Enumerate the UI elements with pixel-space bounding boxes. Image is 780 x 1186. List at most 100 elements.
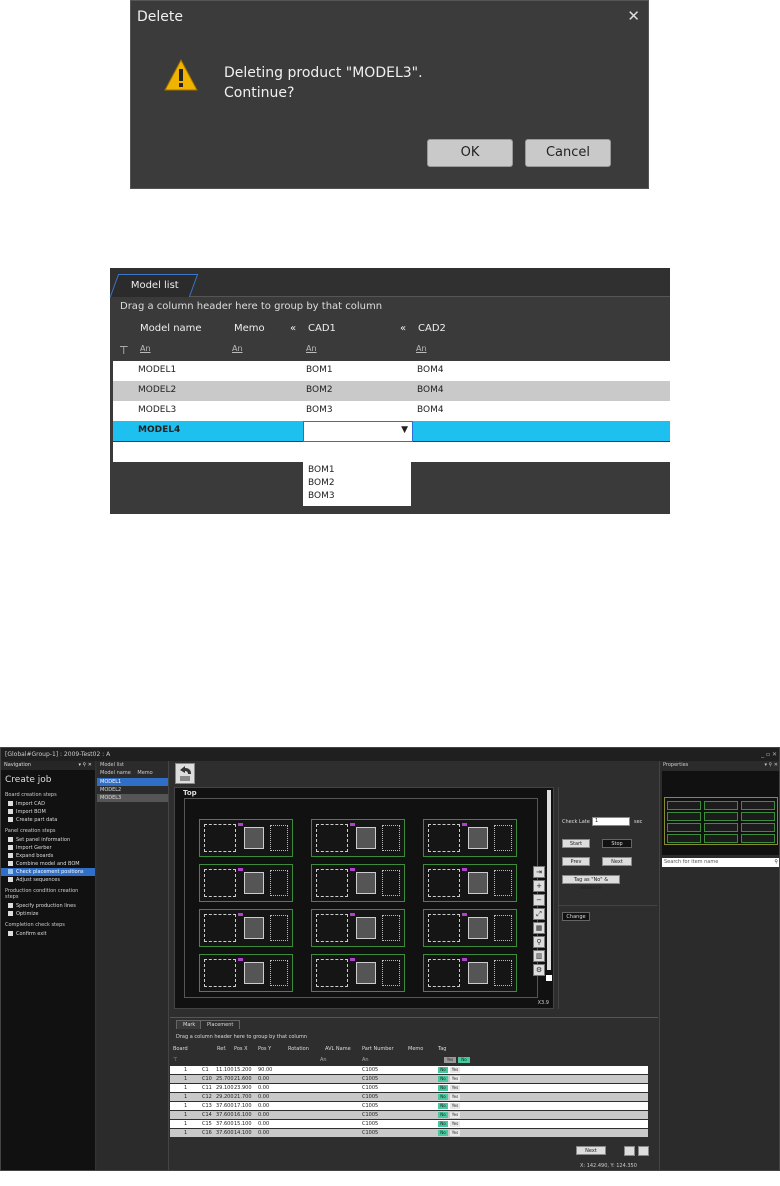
tag-yes-toggle[interactable]: Yes [450, 1130, 460, 1136]
table-row-new[interactable] [113, 442, 670, 462]
column-header-memo[interactable]: Memo [408, 1046, 423, 1052]
nav-item-import-gerber[interactable]: Import Gerber [1, 844, 95, 852]
tag-yes-toggle[interactable]: Yes [450, 1103, 460, 1109]
undo-toolbar-button[interactable] [175, 763, 195, 784]
column-header-tag[interactable]: Tag [438, 1046, 446, 1052]
magnify-icon[interactable]: ⚲ [533, 936, 545, 948]
panel-controls[interactable]: ▾ ⚲ ✕ [764, 761, 778, 770]
nav-item-create-part-data[interactable]: Create part data [1, 816, 95, 824]
tag-yes-toggle[interactable]: Yes [450, 1121, 460, 1127]
board-view[interactable]: Top X3.9 [174, 787, 554, 1009]
nav-item-adjust-sequences[interactable]: Adjust sequences [1, 876, 95, 884]
settings-icon[interactable]: ⚙ [533, 964, 545, 976]
start-button[interactable]: Start [562, 839, 590, 848]
filter-cad1[interactable]: An [306, 344, 317, 353]
table-row[interactable]: 1 C14 37.600 16.100 0.00 C1005 No Yes [170, 1111, 648, 1119]
tag-yes-toggle[interactable]: Yes [450, 1085, 460, 1091]
pcb-board[interactable] [199, 819, 293, 857]
next-button[interactable]: Next [576, 1146, 606, 1155]
filter-model-name[interactable]: An [140, 344, 151, 353]
dropdown-option[interactable]: BOM3 [308, 490, 406, 503]
filter-cad2[interactable]: An [416, 344, 427, 353]
zoom-slider[interactable] [546, 790, 552, 1004]
filter-memo[interactable]: An [232, 344, 243, 353]
column-header-pos-y[interactable]: Pos Y [258, 1046, 271, 1052]
search-input[interactable]: Search for item name ⚲ [662, 858, 779, 867]
change-button[interactable]: Change [562, 912, 590, 921]
close-icon[interactable]: ✕ [627, 7, 640, 25]
panel-icon[interactable]: ▥ [533, 950, 545, 962]
tag-no-toggle[interactable]: No [438, 1076, 448, 1082]
expand-icon[interactable]: ⤢ [533, 908, 545, 920]
table-row[interactable]: 1 C11 29.100 23.900 0.00 C1005 No Yes [170, 1084, 648, 1092]
tag-no-toggle[interactable]: No [438, 1103, 448, 1109]
column-header-pos-x[interactable]: Pos X [234, 1046, 248, 1052]
table-row[interactable]: MODEL2 BOM2 BOM4 [113, 381, 670, 401]
table-row[interactable]: MODEL3 BOM3 BOM4 [113, 401, 670, 421]
filter-icon[interactable]: ⊤ [173, 1057, 177, 1063]
zoom-in-icon[interactable]: + [533, 880, 545, 892]
nav-item-combine-model-bom[interactable]: Combine model and BOM [1, 860, 95, 868]
save-icon[interactable] [638, 1146, 649, 1156]
pcb-board[interactable] [311, 819, 405, 857]
window-controls[interactable]: _ ▫ ✕ [761, 748, 777, 761]
column-header-cad2[interactable]: CAD2 [418, 323, 446, 334]
pcb-board[interactable] [311, 864, 405, 902]
nav-item-expand-boards[interactable]: Expand boards [1, 852, 95, 860]
tag-no-toggle[interactable]: No [438, 1067, 448, 1073]
panel-controls[interactable]: ▾ ⚲ ✕ [78, 761, 92, 770]
table-row[interactable]: 1 C16 37.600 14.100 0.00 C1005 No Yes [170, 1129, 648, 1137]
filter-avl-name[interactable]: An [320, 1057, 327, 1063]
tag-no-toggle[interactable]: No [438, 1112, 448, 1118]
save-icon[interactable] [624, 1146, 635, 1156]
tag-yes-toggle[interactable]: Yes [450, 1112, 460, 1118]
cancel-button[interactable]: Cancel [525, 139, 611, 167]
pcb-board[interactable] [423, 909, 517, 947]
pcb-board[interactable] [199, 864, 293, 902]
pcb-board[interactable] [311, 909, 405, 947]
check-late-input[interactable]: 1 [592, 817, 630, 826]
dropdown-option[interactable]: BOM2 [308, 477, 406, 490]
next-button[interactable]: Next [602, 857, 632, 866]
column-header-part-number[interactable]: Part Number [362, 1046, 394, 1052]
pcb-board[interactable] [199, 909, 293, 947]
pcb-board[interactable] [199, 954, 293, 992]
column-header-avl-name[interactable]: AVL Name [325, 1046, 351, 1052]
zoom-out-icon[interactable]: − [533, 894, 545, 906]
pcb-board[interactable] [423, 819, 517, 857]
list-item[interactable]: MODEL1 [97, 778, 168, 786]
nav-item-set-panel-information[interactable]: Set panel information [1, 836, 95, 844]
search-icon[interactable]: ⚲ [774, 858, 778, 867]
fit-icon[interactable]: ⇥ [533, 866, 545, 878]
column-header-memo[interactable]: Memo [234, 323, 265, 334]
stop-button[interactable]: Stop [602, 839, 632, 848]
tag-no-toggle[interactable]: No [438, 1094, 448, 1100]
ok-button[interactable]: OK [427, 139, 513, 167]
table-row[interactable]: MODEL1 BOM1 BOM4 [113, 361, 670, 381]
table-row[interactable]: 1 C12 29.200 21.700 0.00 C1005 No Yes [170, 1093, 648, 1101]
dropdown-option[interactable]: BOM1 [308, 464, 406, 477]
table-row[interactable]: 1 C13 37.600 17.100 0.00 C1005 No Yes [170, 1102, 648, 1110]
tag-no-toggle[interactable]: No [438, 1121, 448, 1127]
tag-yes-toggle[interactable]: Yes [450, 1076, 460, 1082]
column-header-board[interactable]: Board [173, 1046, 188, 1052]
nav-item-specify-lines[interactable]: Specify production lines [1, 902, 95, 910]
nav-item-import-cad[interactable]: Import CAD [1, 800, 95, 808]
list-item[interactable]: MODEL2 [97, 786, 168, 794]
tag-no-toggle[interactable]: No [438, 1130, 448, 1136]
tab-placement[interactable]: Placement [200, 1020, 241, 1029]
column-header-memo[interactable]: Memo [137, 770, 152, 776]
filter-part-number[interactable]: An [362, 1057, 369, 1063]
tab-mark[interactable]: Mark [176, 1020, 203, 1029]
column-header-model-name[interactable]: Model name [100, 770, 131, 776]
grid-icon[interactable]: ▦ [533, 922, 545, 934]
filter-icon[interactable]: ⊤ [119, 344, 129, 357]
tag-yes-toggle[interactable]: Yes [450, 1067, 460, 1073]
column-header-cad1[interactable]: CAD1 [308, 323, 336, 334]
pcb-board[interactable] [423, 954, 517, 992]
nav-item-import-bom[interactable]: Import BOM [1, 808, 95, 816]
minimap[interactable] [662, 771, 779, 855]
table-row[interactable]: 1 C15 37.600 15.100 0.00 C1005 No Yes [170, 1120, 648, 1128]
tag-yes-toggle[interactable]: Yes [450, 1094, 460, 1100]
column-header-ref[interactable]: Ref. [217, 1046, 226, 1052]
